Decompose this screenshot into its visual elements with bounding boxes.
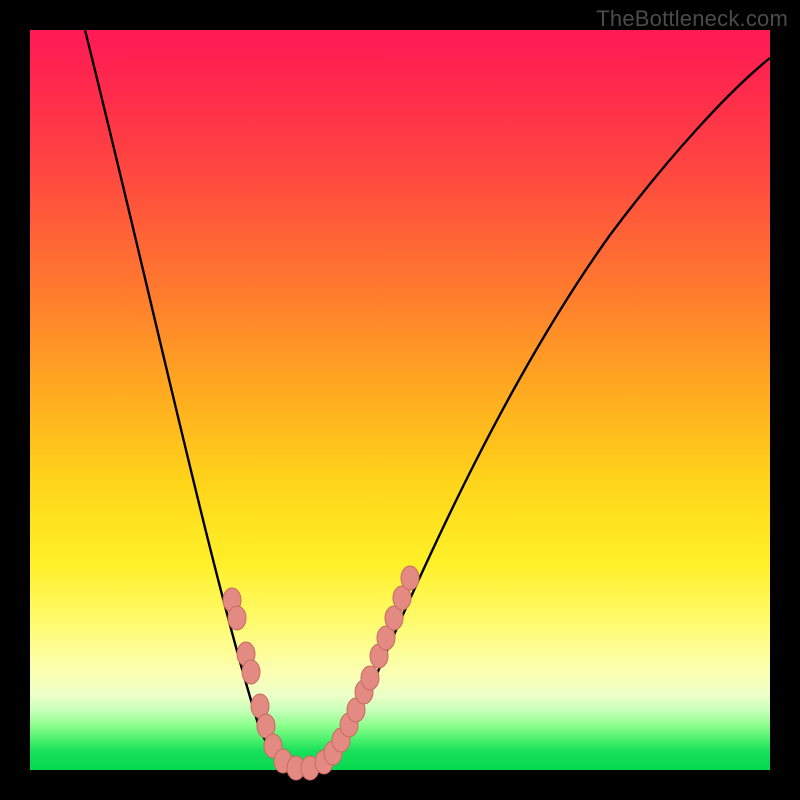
bottleneck-curve	[85, 30, 770, 770]
curve-layer	[30, 30, 770, 770]
curve-marker	[242, 660, 260, 684]
plot-area	[30, 30, 770, 770]
curve-marker	[401, 566, 419, 590]
chart-frame: TheBottleneck.com	[0, 0, 800, 800]
curve-marker	[228, 606, 246, 630]
curve-marker	[361, 666, 379, 690]
marker-group	[223, 566, 419, 780]
watermark-text: TheBottleneck.com	[596, 6, 788, 32]
